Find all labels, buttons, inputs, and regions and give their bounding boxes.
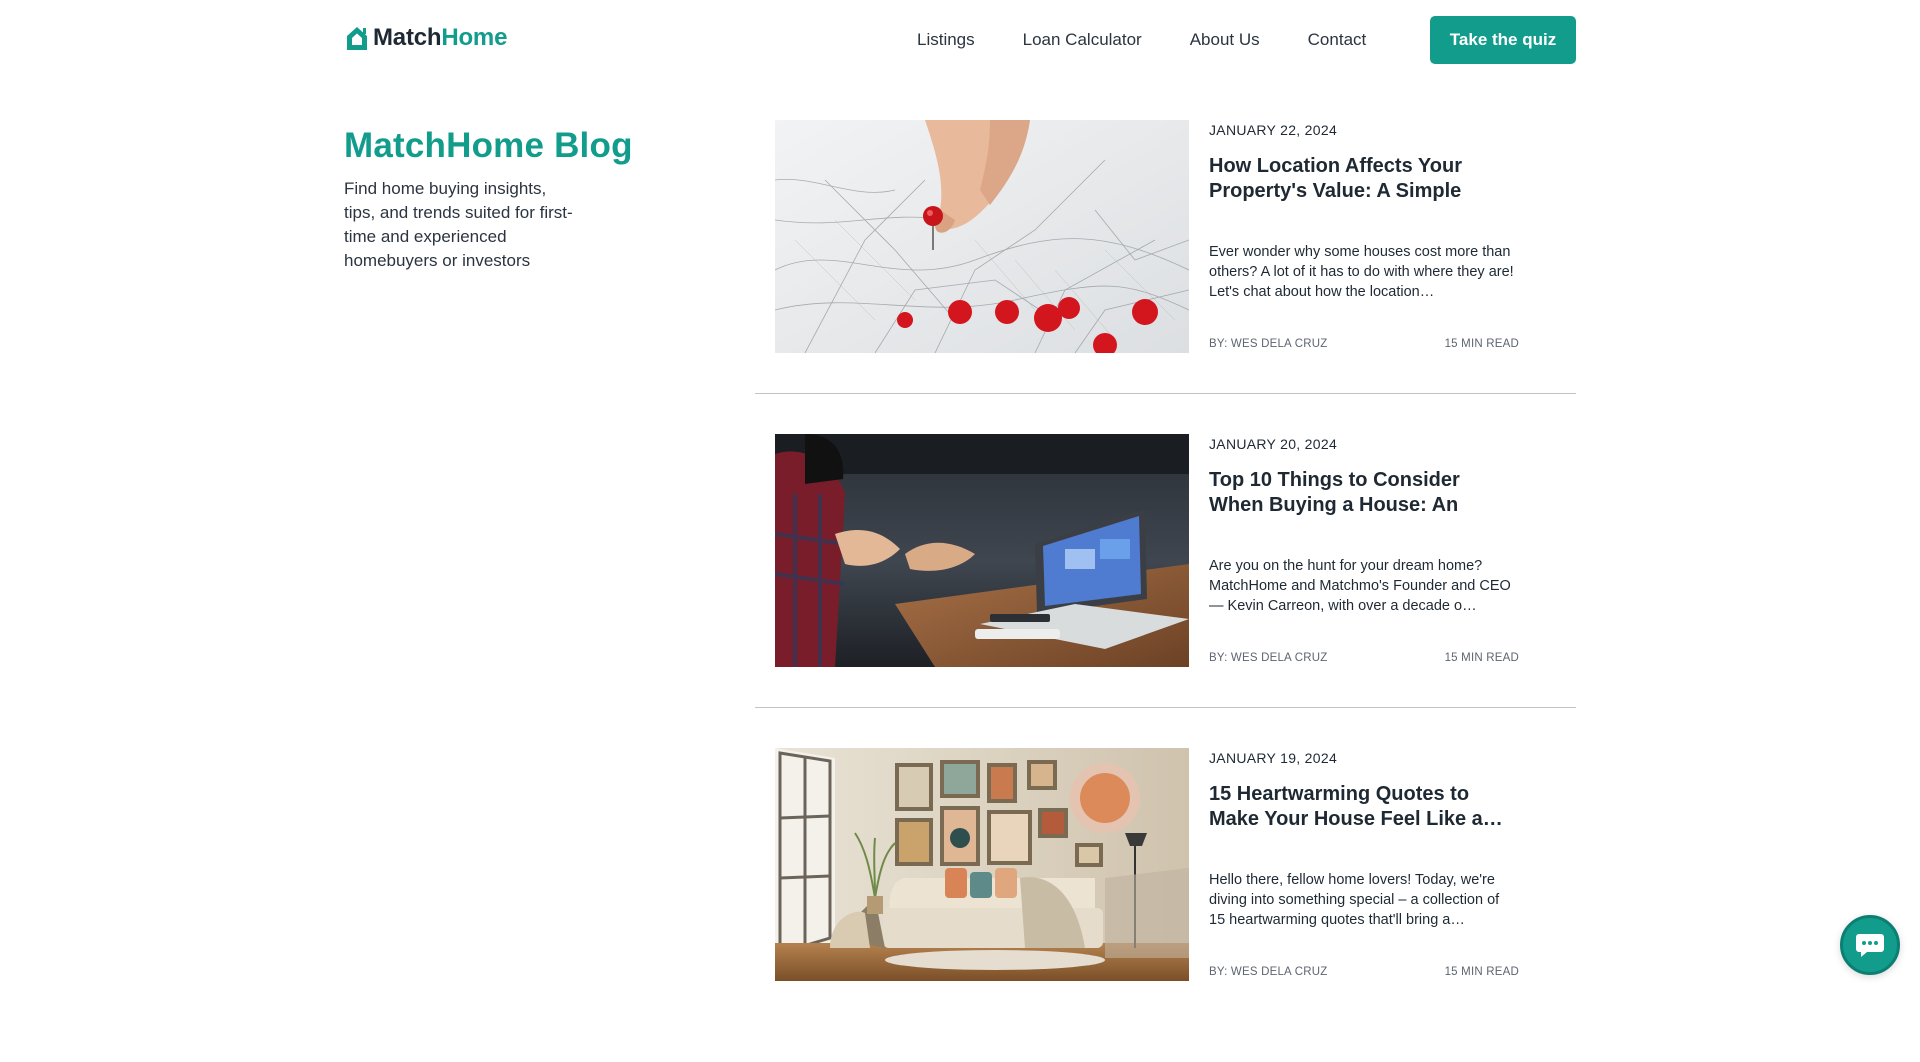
post-title[interactable]: Top 10 Things to Consider When Buying a … (1209, 468, 1519, 518)
post-read-time: 15 MIN READ (1444, 966, 1519, 978)
nav-about-us[interactable]: About Us (1190, 28, 1260, 52)
post-meta: JANUARY 22, 2024 How Location Affects Yo… (1209, 120, 1519, 353)
brand-name-part2: Home (441, 24, 508, 51)
post-title[interactable]: How Location Affects Your Property's Val… (1209, 154, 1519, 204)
post-thumbnail[interactable] (775, 748, 1189, 981)
main-nav: Listings Loan Calculator About Us Contac… (917, 28, 1414, 52)
post-excerpt: Hello there, fellow home lovers! Today, … (1209, 872, 1500, 928)
chat-launcher-button[interactable] (1840, 915, 1900, 975)
post-card[interactable]: JANUARY 19, 2024 15 Heartwarming Quotes … (755, 748, 1576, 1062)
laptop-meeting-photo-icon (775, 434, 1189, 667)
page-title: MatchHome Blog (344, 126, 633, 165)
post-date: JANUARY 19, 2024 (1209, 750, 1338, 766)
post-thumbnail[interactable] (775, 434, 1189, 667)
post-list: JANUARY 22, 2024 How Location Affects Yo… (755, 120, 1576, 1062)
post-byline: BY: WES DELA CRUZ 15 MIN READ (1209, 966, 1519, 978)
post-date: JANUARY 22, 2024 (1209, 122, 1338, 138)
post-author: BY: WES DELA CRUZ (1209, 338, 1328, 350)
page-description: Find home buying insights, tips, and tre… (344, 179, 573, 270)
brand-name-part1: Match (373, 24, 442, 51)
brand-logo[interactable]: MatchHome (345, 24, 507, 52)
site-header: MatchHome Listings Loan Calculator About… (0, 0, 1920, 80)
post-title[interactable]: 15 Heartwarming Quotes to Make Your Hous… (1209, 782, 1519, 832)
post-date: JANUARY 20, 2024 (1209, 436, 1338, 452)
post-divider (755, 707, 1576, 708)
post-byline: BY: WES DELA CRUZ 15 MIN READ (1209, 652, 1519, 664)
post-read-time: 15 MIN READ (1444, 652, 1519, 664)
post-card[interactable]: JANUARY 22, 2024 How Location Affects Yo… (755, 120, 1576, 434)
post-meta: JANUARY 19, 2024 15 Heartwarming Quotes … (1209, 748, 1519, 981)
house-logo-icon (347, 27, 367, 50)
brand-name: MatchHome (373, 24, 507, 52)
post-author: BY: WES DELA CRUZ (1209, 652, 1328, 664)
living-room-photo-icon (775, 748, 1189, 981)
post-excerpt: Ever wonder why some houses cost more th… (1209, 244, 1514, 300)
post-card[interactable]: JANUARY 20, 2024 Top 10 Things to Consid… (755, 434, 1576, 748)
post-divider (755, 393, 1576, 394)
post-read-time: 15 MIN READ (1444, 338, 1519, 350)
post-excerpt: Are you on the hunt for your dream home?… (1209, 558, 1511, 614)
nav-listings[interactable]: Listings (917, 28, 975, 52)
take-quiz-button[interactable]: Take the quiz (1430, 16, 1576, 64)
post-author: BY: WES DELA CRUZ (1209, 966, 1328, 978)
map-pins-photo-icon (775, 120, 1189, 353)
post-thumbnail[interactable] (775, 120, 1189, 353)
blog-intro: MatchHome Blog Find home buying insights… (344, 124, 644, 273)
nav-loan-calculator[interactable]: Loan Calculator (1023, 28, 1142, 52)
nav-contact[interactable]: Contact (1308, 28, 1367, 52)
post-meta: JANUARY 20, 2024 Top 10 Things to Consid… (1209, 434, 1519, 667)
chat-bubble-icon (1856, 934, 1884, 957)
post-byline: BY: WES DELA CRUZ 15 MIN READ (1209, 338, 1519, 350)
